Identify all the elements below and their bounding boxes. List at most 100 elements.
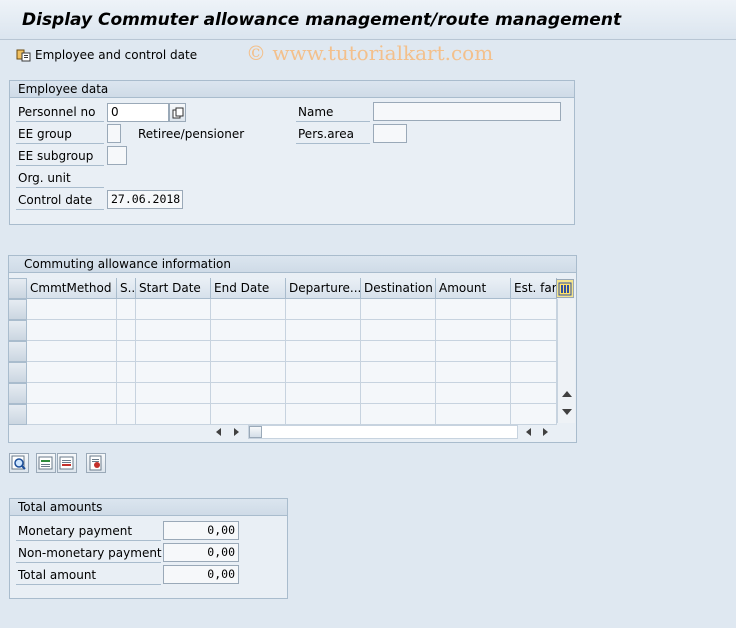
col-status[interactable]: S.. — [117, 278, 136, 299]
col-cmmt-method[interactable]: CmmtMethod — [27, 278, 117, 299]
table-cell[interactable] — [361, 404, 436, 425]
table-cell[interactable] — [436, 362, 511, 383]
personnel-no-input[interactable]: 0 — [107, 103, 169, 122]
delete-row-button[interactable] — [57, 453, 77, 473]
row-selector[interactable] — [8, 299, 27, 320]
employee-icon — [16, 49, 31, 62]
ee-group-field — [107, 124, 121, 143]
table-cell[interactable] — [361, 299, 436, 320]
table-cell[interactable] — [286, 320, 361, 341]
window-title: Display Commuter allowance management/ro… — [22, 10, 622, 30]
table-cell[interactable] — [27, 320, 117, 341]
table-row[interactable] — [8, 404, 557, 425]
monetary-underline — [16, 522, 161, 541]
table-cell[interactable] — [436, 320, 511, 341]
vertical-scrollbar[interactable] — [557, 299, 575, 423]
retiree-label: Retiree/pensioner — [138, 127, 245, 141]
table-cell[interactable] — [27, 404, 117, 425]
row-selector[interactable] — [8, 341, 27, 362]
table-cell[interactable] — [286, 341, 361, 362]
employee-control-date-button[interactable]: Employee and control date — [16, 45, 197, 65]
table-cell[interactable] — [117, 362, 136, 383]
scroll-thumb[interactable] — [249, 426, 262, 438]
table-cell[interactable] — [511, 404, 557, 425]
col-end-date[interactable]: End Date — [211, 278, 286, 299]
scroll-left-first-icon[interactable] — [216, 428, 221, 436]
table-row[interactable] — [8, 299, 557, 320]
scroll-track[interactable] — [248, 425, 518, 439]
add-row-button[interactable] — [36, 453, 56, 473]
personnel-search-button[interactable] — [169, 103, 186, 122]
table-cell[interactable] — [511, 383, 557, 404]
table-cell[interactable] — [136, 383, 211, 404]
table-cell[interactable] — [286, 404, 361, 425]
table-cell[interactable] — [117, 404, 136, 425]
scroll-left-last-icon[interactable] — [526, 428, 531, 436]
table-cell[interactable] — [136, 404, 211, 425]
table-cell[interactable] — [117, 320, 136, 341]
table-cell[interactable] — [117, 299, 136, 320]
scroll-up-arrow-icon[interactable] — [562, 391, 572, 397]
table-cell[interactable] — [511, 320, 557, 341]
monetary-payment-field: 0,00 — [163, 521, 239, 540]
pers-area-field — [373, 124, 407, 143]
table-row[interactable] — [8, 362, 557, 383]
row-selector[interactable] — [8, 383, 27, 404]
col-destination[interactable]: Destination — [361, 278, 436, 299]
table-cell[interactable] — [436, 299, 511, 320]
row-selector[interactable] — [8, 362, 27, 383]
table-cell[interactable] — [361, 383, 436, 404]
col-departure[interactable]: Departure... — [286, 278, 361, 299]
table-cell[interactable] — [27, 383, 117, 404]
table-cell[interactable] — [286, 383, 361, 404]
scroll-right-last-icon[interactable] — [543, 428, 548, 436]
scroll-right-first-icon[interactable] — [234, 428, 239, 436]
table-cell[interactable] — [436, 404, 511, 425]
row-selector[interactable] — [8, 320, 27, 341]
table-cell[interactable] — [511, 299, 557, 320]
table-cell[interactable] — [27, 362, 117, 383]
total-amount-underline — [16, 566, 161, 585]
table-cell[interactable] — [211, 341, 286, 362]
magnifier-icon — [11, 455, 26, 470]
table-cell[interactable] — [436, 341, 511, 362]
table-cell[interactable] — [361, 320, 436, 341]
table-cell[interactable] — [211, 362, 286, 383]
help-button[interactable] — [86, 453, 106, 473]
table-cell[interactable] — [27, 341, 117, 362]
table-cell[interactable] — [136, 362, 211, 383]
table-cell[interactable] — [211, 299, 286, 320]
table-cell[interactable] — [361, 341, 436, 362]
table-cell[interactable] — [136, 320, 211, 341]
scroll-down-arrow-icon[interactable] — [562, 409, 572, 415]
horizontal-scrollbar[interactable] — [210, 424, 555, 440]
table-cell[interactable] — [286, 299, 361, 320]
table-cell[interactable] — [286, 362, 361, 383]
table-cell[interactable] — [136, 341, 211, 362]
column-config-button[interactable] — [556, 279, 574, 298]
select-all-corner[interactable] — [8, 278, 27, 299]
table-cell[interactable] — [211, 320, 286, 341]
table-cell[interactable] — [211, 383, 286, 404]
table-cell[interactable] — [361, 362, 436, 383]
table-cell[interactable] — [136, 299, 211, 320]
table-cell[interactable] — [117, 383, 136, 404]
name-field — [373, 102, 561, 121]
col-amount[interactable]: Amount — [436, 278, 511, 299]
table-cell[interactable] — [117, 341, 136, 362]
table-cell[interactable] — [511, 341, 557, 362]
table-cell[interactable] — [436, 383, 511, 404]
row-selector[interactable] — [8, 404, 27, 425]
table-cell[interactable] — [211, 404, 286, 425]
commuting-table-title: Commuting allowance information — [9, 256, 576, 273]
table-row[interactable] — [8, 383, 557, 404]
table-cell[interactable] — [27, 299, 117, 320]
col-est-fare[interactable]: Est. fare — [511, 278, 557, 299]
col-start-date[interactable]: Start Date — [136, 278, 211, 299]
table-cell[interactable] — [511, 362, 557, 383]
details-button[interactable] — [9, 453, 29, 473]
table-row[interactable] — [8, 341, 557, 362]
pers-area-underline — [296, 125, 370, 144]
table-row[interactable] — [8, 320, 557, 341]
personnel-no-underline — [16, 103, 104, 122]
